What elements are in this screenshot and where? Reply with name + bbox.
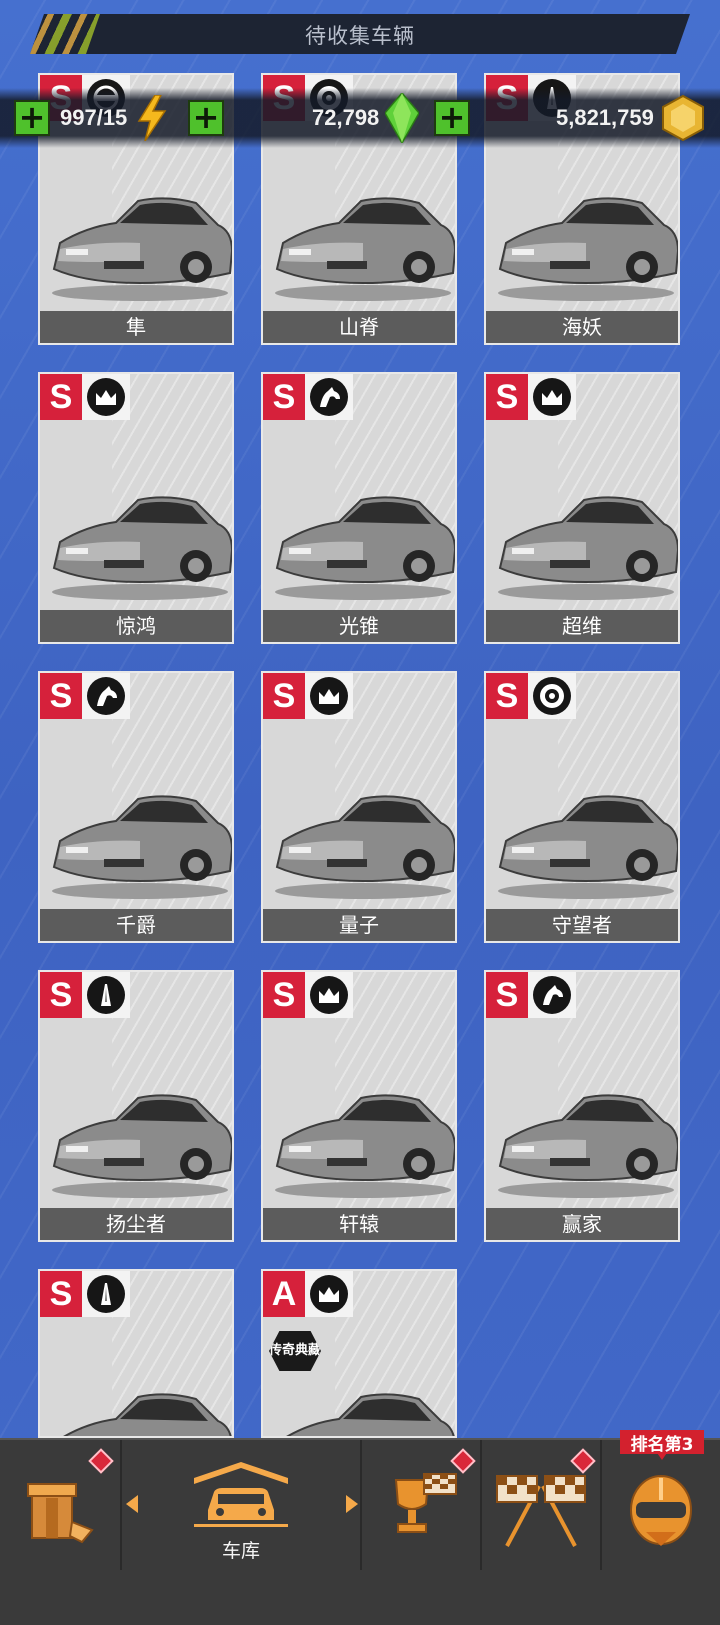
page-title: 待收集车辆 — [305, 24, 415, 48]
horse-icon — [87, 677, 125, 715]
car-image — [52, 496, 232, 600]
horse-icon — [310, 378, 348, 416]
car-card[interactable]: S 超维 — [484, 372, 680, 644]
tier-badge: S — [263, 374, 305, 420]
car-image — [275, 795, 455, 899]
car-image — [52, 197, 232, 301]
brand-badge — [528, 972, 576, 1018]
coins-resource: + 5,821,759 — [434, 95, 706, 141]
wheel-icon — [533, 677, 571, 715]
garage-icon — [194, 1462, 288, 1527]
car-name: 惊鸿 — [40, 610, 232, 642]
car-image — [52, 795, 232, 899]
car-name: 量子 — [263, 909, 455, 941]
tier-badge: A — [263, 1271, 305, 1317]
crown-icon — [310, 1275, 348, 1313]
coin-icon — [661, 95, 704, 141]
car-card[interactable]: S 惊鸿 — [38, 372, 234, 644]
car-image — [498, 197, 678, 301]
energy-resource: + 997/15 — [14, 95, 169, 141]
tier-badge: S — [40, 1271, 82, 1317]
car-card[interactable]: A 传奇典藏 — [261, 1269, 457, 1438]
car-image — [275, 496, 455, 600]
car-image — [63, 1393, 232, 1436]
crown-icon — [310, 677, 348, 715]
car-card[interactable]: S 轩辕 — [261, 970, 457, 1242]
bottom-nav: 车库 — [0, 1438, 720, 1625]
tier-badge: S — [40, 374, 82, 420]
car-name: 光锥 — [263, 610, 455, 642]
energy-value: 997/15 — [60, 105, 128, 130]
nav-profile[interactable] — [602, 1440, 720, 1625]
car-image — [498, 1094, 678, 1198]
car-image — [52, 1094, 232, 1198]
road-icon — [87, 1275, 125, 1313]
brand-badge — [305, 972, 353, 1018]
tier-badge: S — [486, 972, 528, 1018]
car-card[interactable]: S 赢家 — [484, 970, 680, 1242]
brand-badge — [82, 1271, 130, 1317]
brand-badge — [305, 1271, 353, 1317]
car-name: 扬尘者 — [40, 1208, 232, 1240]
helmet-icon — [630, 1475, 692, 1546]
nav-right-arrow-icon[interactable] — [344, 1495, 358, 1513]
car-card[interactable]: S — [38, 1269, 234, 1438]
nav-garage[interactable]: 车库 — [122, 1440, 360, 1625]
car-image — [275, 197, 455, 301]
gem-icon — [385, 93, 420, 143]
crown-icon — [533, 378, 571, 416]
crown-icon — [87, 378, 125, 416]
garage-label: 车库 — [221, 1540, 260, 1562]
car-image — [498, 795, 678, 899]
shop-icon — [27, 1483, 94, 1544]
gems-resource: + 72,798 — [188, 93, 420, 143]
race-flags-icon — [496, 1475, 586, 1547]
tier-badge: S — [486, 673, 528, 719]
brand-badge — [305, 673, 353, 719]
gems-value: 72,798 — [312, 105, 380, 130]
brand-badge — [528, 374, 576, 420]
car-image — [275, 1094, 455, 1198]
add-energy-button[interactable]: + — [14, 100, 50, 136]
car-name: 海妖 — [486, 311, 678, 343]
car-card[interactable]: S 量子 — [261, 671, 457, 943]
brand-badge — [82, 673, 130, 719]
car-card[interactable]: S 扬尘者 — [38, 970, 234, 1242]
brand-badge — [528, 673, 576, 719]
nav-left-arrow-icon[interactable] — [126, 1495, 140, 1513]
car-card[interactable]: S 千爵 — [38, 671, 234, 943]
car-name: 千爵 — [40, 909, 232, 941]
brand-badge — [82, 972, 130, 1018]
brand-badge — [305, 374, 353, 420]
car-image — [498, 496, 678, 600]
lightning-icon — [137, 95, 167, 141]
car-card[interactable]: S 守望者 — [484, 671, 680, 943]
horse-icon — [533, 976, 571, 1014]
brand-badge — [82, 374, 130, 420]
coins-value: 5,821,759 — [556, 105, 654, 130]
car-name: 山脊 — [263, 311, 455, 343]
trophy-icon — [394, 1473, 457, 1533]
crown-icon — [310, 976, 348, 1014]
car-name: 隼 — [40, 311, 232, 343]
car-image — [286, 1393, 455, 1436]
add-gems-button[interactable]: + — [188, 100, 224, 136]
car-card[interactable]: S 光锥 — [261, 372, 457, 644]
car-name: 轩辕 — [263, 1208, 455, 1240]
tier-badge: S — [40, 673, 82, 719]
car-name: 超维 — [486, 610, 678, 642]
tier-badge: S — [263, 972, 305, 1018]
car-name: 守望者 — [486, 909, 678, 941]
tier-badge: S — [486, 374, 528, 420]
resource-bar: + 997/15 + 72,798 + 5,821,759 — [0, 88, 720, 148]
tier-badge: S — [263, 673, 305, 719]
road-icon — [87, 976, 125, 1014]
tier-badge: S — [40, 972, 82, 1018]
add-coins-button[interactable]: + — [434, 100, 470, 136]
car-name: 赢家 — [486, 1208, 678, 1240]
